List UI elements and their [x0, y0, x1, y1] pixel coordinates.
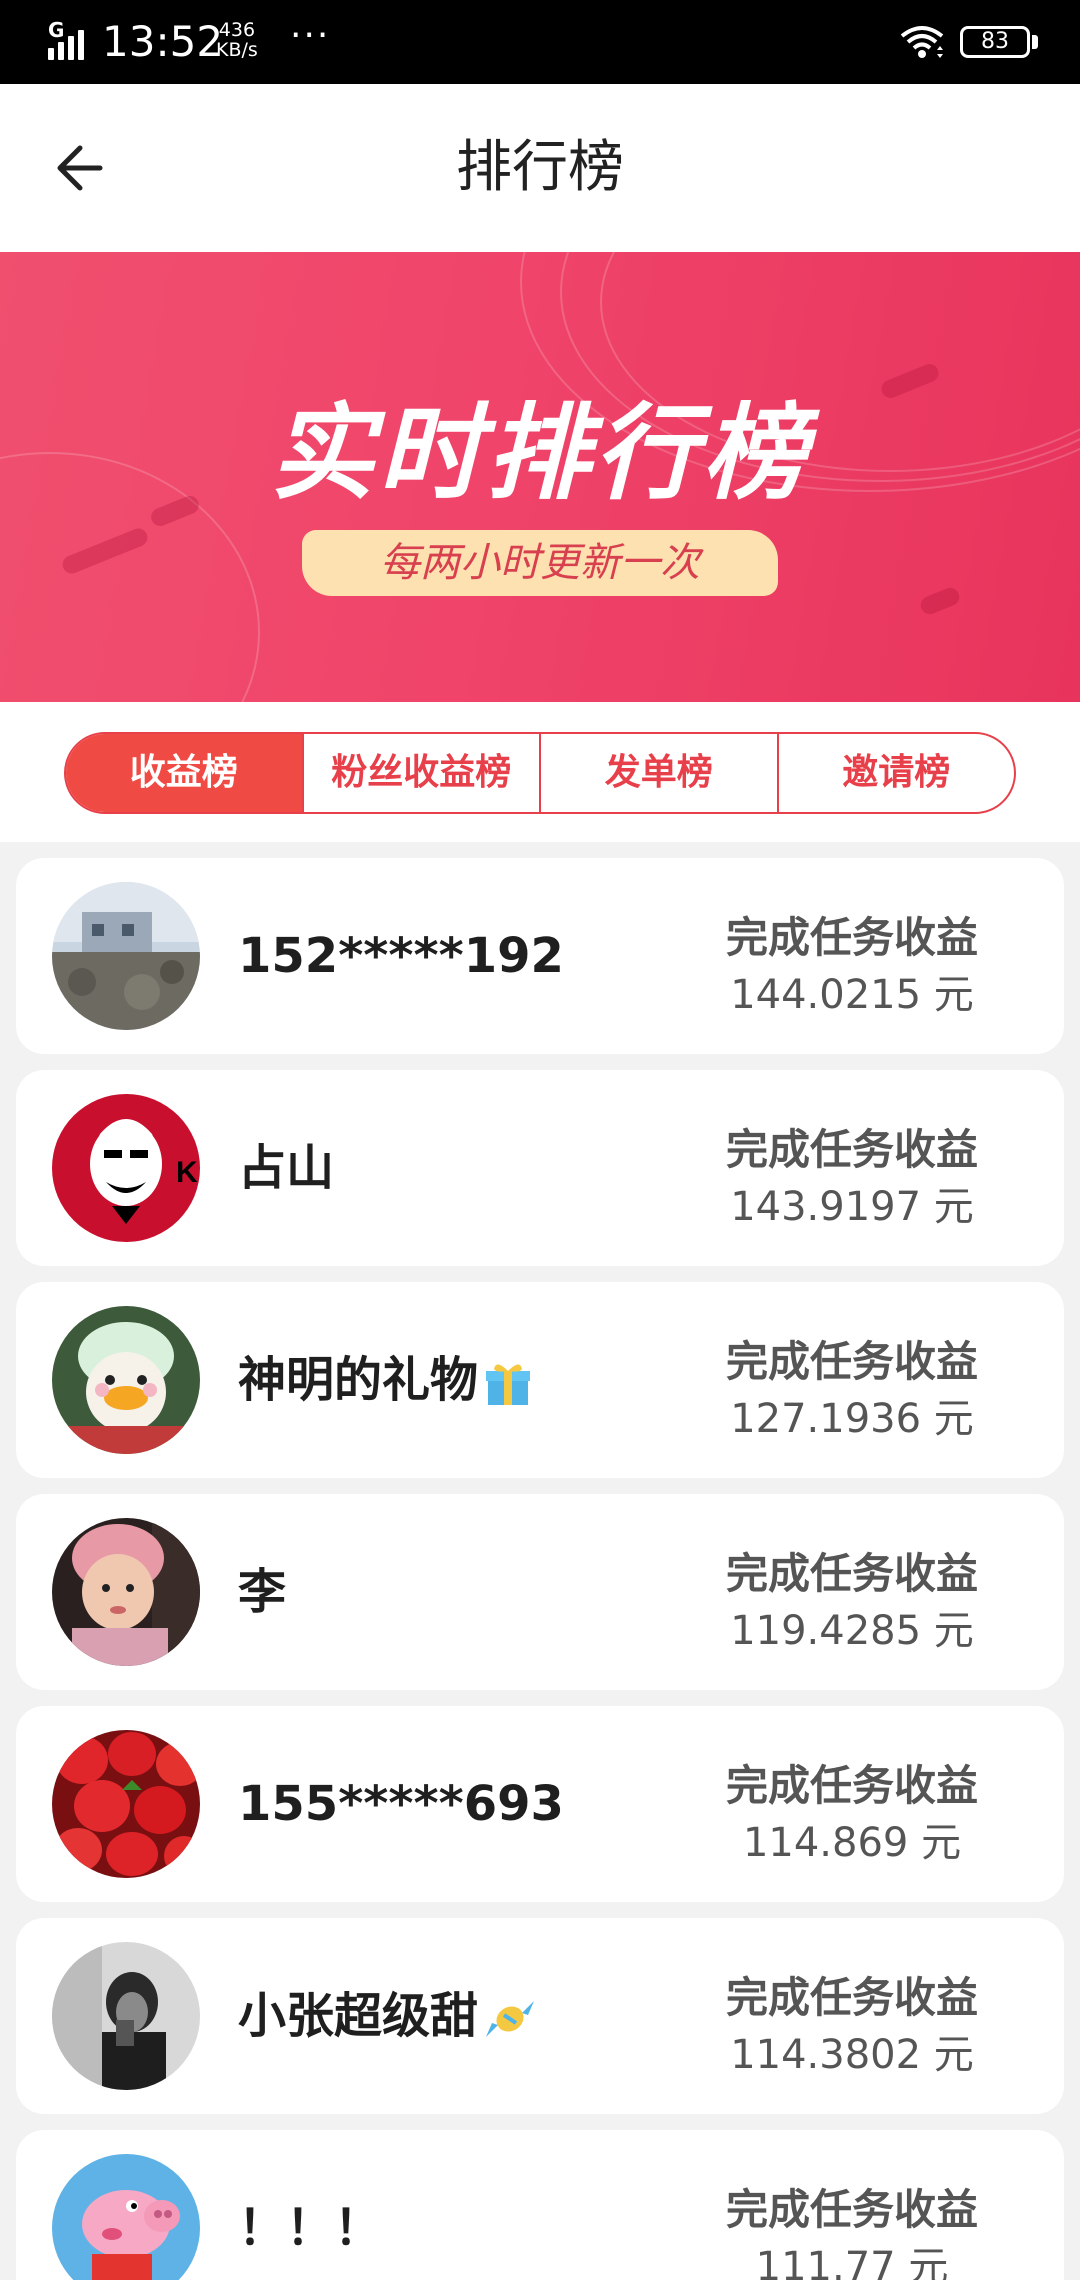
battery-tip	[1032, 35, 1038, 49]
user-name: 小张超级甜	[238, 1918, 538, 2114]
tab-earnings[interactable]: 收益榜	[66, 734, 302, 812]
banner-subtitle: 每两小时更新一次	[302, 530, 778, 596]
user-name: ！！！	[238, 2200, 383, 2256]
earnings-amount: 144.0215 元	[730, 972, 974, 1018]
avatar	[52, 1306, 200, 1454]
list-item[interactable]: 152*****192 完成任务收益 144.0215 元	[16, 858, 1064, 1054]
avatar	[52, 1518, 200, 1666]
tab-orders[interactable]: 发单榜	[539, 734, 777, 812]
candy-icon	[486, 2001, 535, 2037]
list-item[interactable]: 神明的礼物 完成任务收益 127.1936 元	[16, 1282, 1064, 1478]
user-name: 李	[238, 1564, 287, 1620]
ranking-banner: 实时排行榜 每两小时更新一次	[0, 252, 1080, 702]
banner-title: 实时排行榜	[269, 392, 810, 514]
page-title: 排行榜	[456, 135, 624, 200]
earnings-amount: 111.77 元	[755, 2244, 949, 2280]
avatar	[52, 1730, 200, 1878]
tab-invites[interactable]: 邀请榜	[776, 734, 1015, 812]
earnings-label: 完成任务收益	[725, 2185, 978, 2234]
tabs-area: 收益榜 粉丝收益榜 发单榜 邀请榜	[0, 702, 1080, 842]
list-item[interactable]: 155*****693 完成任务收益 114.869 元	[16, 1706, 1064, 1902]
net-speed-unit: KB/s	[216, 39, 258, 61]
user-name: 神明的礼物	[238, 1282, 534, 1478]
earnings-label: 完成任务收益	[725, 1973, 978, 2022]
user-name: 155*****693	[238, 1776, 564, 1832]
list-item[interactable]: K 占山 完成任务收益 143.9197 元	[16, 1070, 1064, 1266]
svg-text:K: K	[176, 1156, 198, 1189]
avatar: K	[52, 1094, 200, 1242]
tab-fan-earnings[interactable]: 粉丝收益榜	[301, 734, 540, 812]
back-arrow-icon[interactable]	[48, 128, 128, 208]
avatar	[52, 2154, 200, 2280]
user-name: 占山	[238, 1140, 335, 1196]
earnings-amount: 127.1936 元	[730, 1396, 974, 1442]
gift-icon	[486, 1364, 531, 1405]
more-notifications-icon: ···	[290, 15, 331, 56]
ranking-tabs: 收益榜 粉丝收益榜 发单榜 邀请榜	[64, 732, 1016, 814]
network-type-label: G	[48, 18, 65, 42]
list-item[interactable]: 李 完成任务收益 119.4285 元	[16, 1494, 1064, 1690]
earnings-label: 完成任务收益	[725, 1125, 978, 1174]
list-item[interactable]: 小张超级甜 完成任务收益 114.3802 元	[16, 1918, 1064, 2114]
earnings-amount: 114.3802 元	[730, 2032, 974, 2078]
net-speed-value: 436	[218, 19, 256, 41]
list-item[interactable]: ！！！ 完成任务收益 111.77 元	[16, 2130, 1064, 2280]
app-header: 排行榜	[0, 84, 1080, 252]
earnings-label: 完成任务收益	[725, 1337, 978, 1386]
signal-icon: G	[48, 20, 92, 60]
battery-icon: 83	[960, 26, 1030, 58]
earnings-amount: 114.869 元	[742, 1820, 962, 1866]
earnings-label: 完成任务收益	[725, 913, 978, 962]
wifi-icon	[900, 26, 944, 58]
earnings-label: 完成任务收益	[725, 1549, 978, 1598]
earnings-label: 完成任务收益	[725, 1761, 978, 1810]
earnings-amount: 119.4285 元	[730, 1608, 974, 1654]
avatar	[52, 1942, 200, 2090]
net-speed: 436 KB/s	[216, 20, 258, 60]
clock: 13:52	[102, 17, 224, 66]
status-bar: G 13:52 436 KB/s ··· 83	[0, 0, 1080, 84]
earnings-amount: 143.9197 元	[730, 1184, 974, 1230]
avatar	[52, 882, 200, 1030]
user-name: 152*****192	[238, 928, 564, 984]
